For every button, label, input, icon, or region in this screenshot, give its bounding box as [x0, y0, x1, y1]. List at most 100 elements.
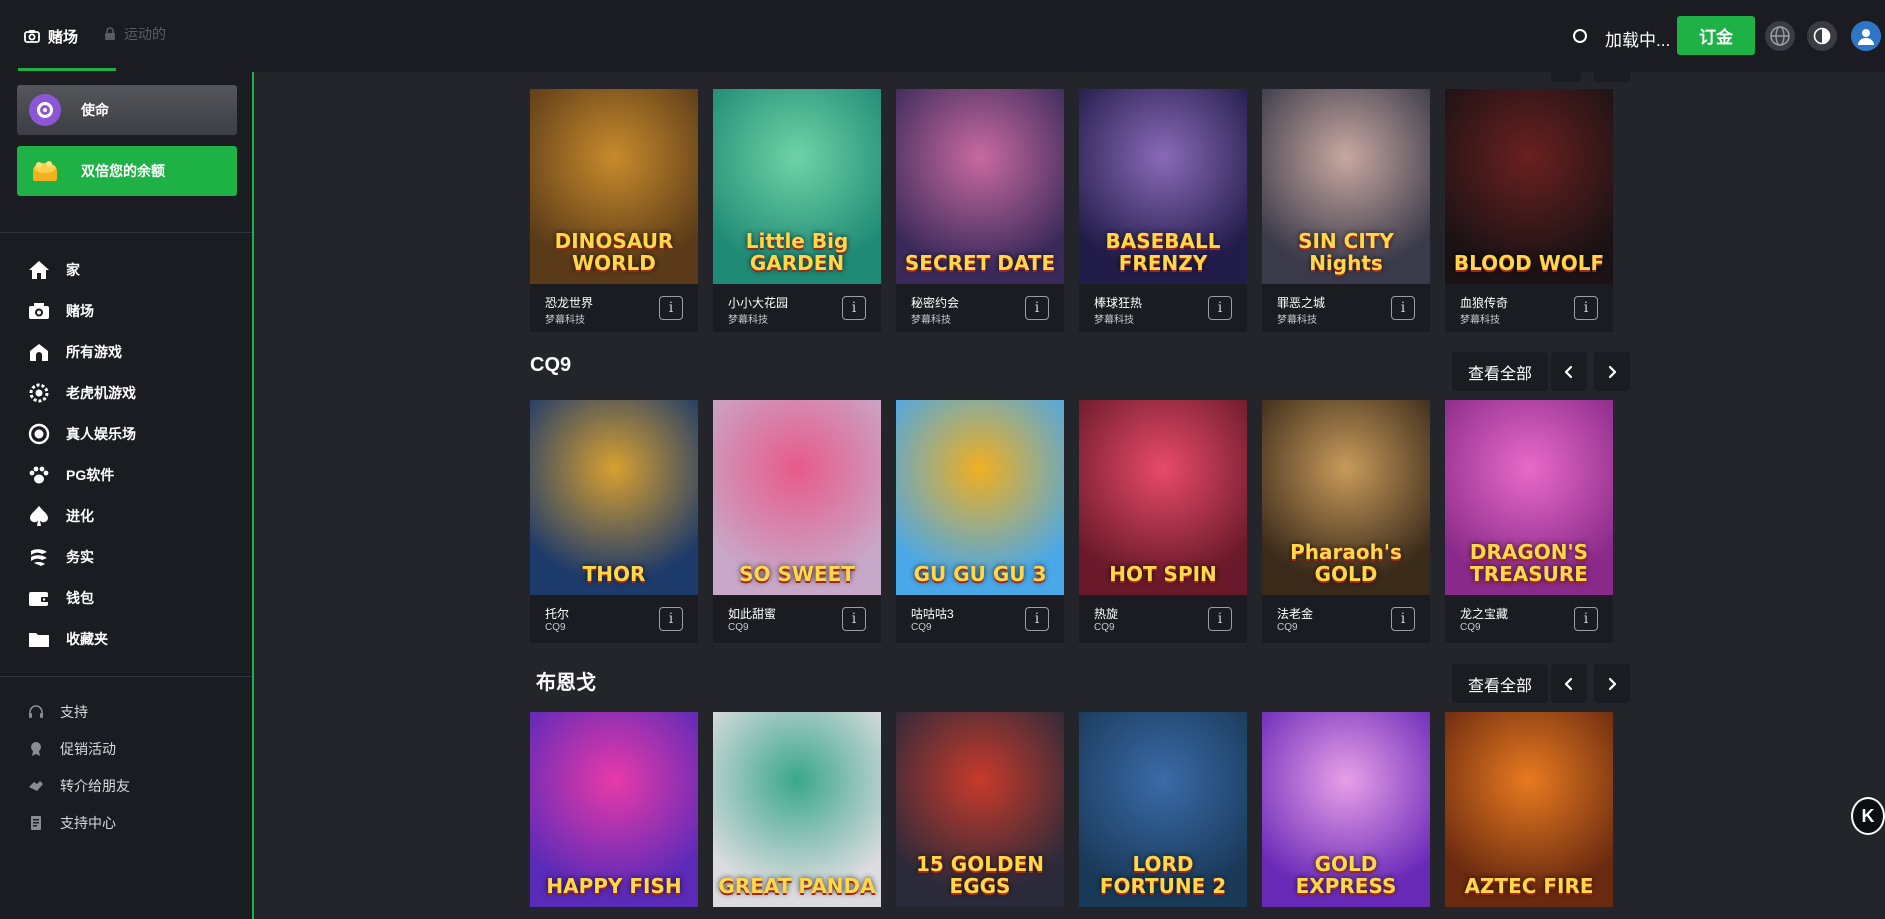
sidebar-item-label: 转介给朋友 — [60, 778, 130, 794]
info-icon[interactable]: i — [1391, 296, 1415, 320]
game-logo-text: LORD FORTUNE 2 — [1099, 852, 1227, 898]
theme-toggle-icon[interactable] — [1807, 21, 1837, 51]
info-icon[interactable]: i — [1208, 296, 1232, 320]
sidebar-item-live-casino[interactable]: 真人娱乐场 — [28, 420, 136, 448]
game-card[interactable]: LORD FORTUNE 2 — [1079, 712, 1247, 907]
game-card[interactable]: GOLD EXPRESS — [1262, 712, 1430, 907]
sidebar-item-casino[interactable]: 赌场 — [28, 297, 94, 325]
help-widget-button[interactable]: K — [1851, 797, 1885, 835]
sidebar-item-all-games[interactable]: 所有游戏 — [28, 338, 122, 366]
game-card[interactable]: DINOSAUR WORLD 恐龙世界 梦幕科技 i — [530, 89, 698, 332]
game-thumbnail[interactable]: DINOSAUR WORLD — [530, 89, 698, 284]
house-icon — [28, 341, 50, 363]
view-all-button[interactable]: 查看全部 — [1452, 664, 1548, 703]
info-icon[interactable]: i — [1025, 607, 1049, 631]
game-card[interactable]: HOT SPIN 热旋 CQ9 i — [1079, 400, 1247, 643]
game-card[interactable]: 15 GOLDEN EGGS — [896, 712, 1064, 907]
globe-icon[interactable] — [1765, 21, 1795, 51]
game-thumbnail[interactable]: HOT SPIN — [1079, 400, 1247, 595]
sidebar-item-help-center[interactable]: 支持中心 — [28, 812, 116, 834]
sidebar-item-promotions[interactable]: 促销活动 — [28, 738, 116, 760]
sidebar-item-evolution[interactable]: 进化 — [28, 502, 94, 530]
game-card[interactable]: SECRET DATE 秘密约会 梦幕科技 i — [896, 89, 1064, 332]
game-name: 热旋 — [1094, 607, 1119, 621]
sidebar-item-pragmatic[interactable]: 务实 — [28, 543, 94, 571]
game-card[interactable]: SIN CITY Nights 罪恶之城 梦幕科技 i — [1262, 89, 1430, 332]
info-icon[interactable]: i — [1391, 607, 1415, 631]
info-icon[interactable]: i — [842, 607, 866, 631]
info-icon[interactable]: i — [1208, 607, 1232, 631]
double-balance-button[interactable]: 双倍您的余额 — [17, 146, 237, 196]
game-thumbnail[interactable]: Little Big GARDEN — [713, 89, 881, 284]
next-arrow-button[interactable] — [1594, 352, 1630, 391]
loading-spinner-icon — [1573, 29, 1587, 43]
mission-button[interactable]: 使命 — [17, 85, 237, 135]
camera-icon — [24, 29, 40, 43]
sidebar-item-home[interactable]: 家 — [28, 256, 80, 284]
sidebar-item-slots[interactable]: 老虎机游戏 — [28, 379, 136, 407]
game-card[interactable]: THOR 托尔 CQ9 i — [530, 400, 698, 643]
game-provider: 梦幕科技 — [545, 315, 585, 326]
info-icon[interactable]: i — [1025, 296, 1049, 320]
user-avatar-icon[interactable] — [1851, 21, 1881, 51]
game-thumbnail[interactable]: AZTEC FIRE — [1445, 712, 1613, 907]
game-info-bar: 恐龙世界 梦幕科技 i — [530, 284, 698, 332]
game-thumbnail[interactable]: GREAT PANDA — [713, 712, 881, 907]
game-thumbnail[interactable]: BASEBALL FRENZY — [1079, 89, 1247, 284]
game-thumbnail[interactable]: LORD FORTUNE 2 — [1079, 712, 1247, 907]
game-card[interactable]: GU GU GU 3 咕咕咕3 CQ9 i — [896, 400, 1064, 643]
game-thumbnail[interactable]: SIN CITY Nights — [1262, 89, 1430, 284]
info-icon[interactable]: i — [842, 296, 866, 320]
sidebar-item-support[interactable]: 支持 — [28, 701, 88, 723]
info-icon[interactable]: i — [1574, 607, 1598, 631]
sidebar-item-label: 促销活动 — [60, 741, 116, 757]
game-thumbnail[interactable]: Pharaoh's GOLD — [1262, 400, 1430, 595]
game-card[interactable]: DRAGON'S TREASURE 龙之宝藏 CQ9 i — [1445, 400, 1613, 643]
info-icon[interactable]: i — [659, 296, 683, 320]
game-thumbnail[interactable]: BLOOD WOLF — [1445, 89, 1613, 284]
game-thumbnail[interactable]: SO SWEET — [713, 400, 881, 595]
info-icon[interactable]: i — [1574, 296, 1598, 320]
game-card[interactable]: BASEBALL FRENZY 棒球狂热 梦幕科技 i — [1079, 89, 1247, 332]
game-thumbnail[interactable]: GOLD EXPRESS — [1262, 712, 1430, 907]
folder-icon — [28, 628, 50, 650]
info-icon[interactable]: i — [659, 607, 683, 631]
view-all-button[interactable]: 查看全部 — [1452, 352, 1548, 391]
tab-casino[interactable]: 赌场 — [24, 0, 78, 72]
chevron-right-icon — [1608, 365, 1617, 378]
referral-icon — [28, 778, 44, 794]
top-bar: 赌场 运动的 加载中... 订金 — [0, 0, 1885, 72]
sidebar-item-referral[interactable]: 转介给朋友 — [28, 775, 130, 797]
spade-icon — [28, 505, 50, 527]
deposit-button[interactable]: 订金 — [1677, 16, 1755, 55]
game-thumbnail[interactable]: SECRET DATE — [896, 89, 1064, 284]
game-provider: CQ9 — [1460, 622, 1481, 633]
game-card[interactable]: Pharaoh's GOLD 法老金 CQ9 i — [1262, 400, 1430, 643]
tab-sports[interactable]: 运动的 — [104, 0, 166, 70]
paw-icon — [28, 464, 50, 486]
game-thumbnail[interactable]: GU GU GU 3 — [896, 400, 1064, 595]
game-card[interactable]: BLOOD WOLF 血狼传奇 梦幕科技 i — [1445, 89, 1613, 332]
sidebar-item-pg-soft[interactable]: PG软件 — [28, 461, 114, 489]
game-card[interactable]: AZTEC FIRE — [1445, 712, 1613, 907]
prev-arrow-button[interactable] — [1551, 352, 1587, 391]
game-info-bar: 热旋 CQ9 i — [1079, 595, 1247, 643]
game-card[interactable]: Little Big GARDEN 小小大花园 梦幕科技 i — [713, 89, 881, 332]
game-thumbnail[interactable]: HAPPY FISH — [530, 712, 698, 907]
help-center-icon — [28, 815, 44, 831]
sidebar-item-wallet[interactable]: 钱包 — [28, 584, 94, 612]
prev-arrow-button[interactable] — [1551, 664, 1587, 703]
game-thumbnail[interactable]: DRAGON'S TREASURE — [1445, 400, 1613, 595]
game-card[interactable]: GREAT PANDA — [713, 712, 881, 907]
game-thumbnail[interactable]: THOR — [530, 400, 698, 595]
gear-icon — [28, 382, 50, 404]
game-card[interactable]: HAPPY FISH — [530, 712, 698, 907]
sidebar-item-favorites[interactable]: 收藏夹 — [28, 625, 108, 653]
next-arrow-button[interactable] — [1594, 664, 1630, 703]
game-logo-text: SECRET DATE — [904, 251, 1056, 275]
sidebar-divider — [0, 232, 252, 233]
game-thumbnail[interactable]: 15 GOLDEN EGGS — [896, 712, 1064, 907]
help-widget-icon: K — [1861, 805, 1875, 826]
game-card[interactable]: SO SWEET 如此甜蜜 CQ9 i — [713, 400, 881, 643]
previous-section-arrow-stub — [1594, 72, 1630, 82]
